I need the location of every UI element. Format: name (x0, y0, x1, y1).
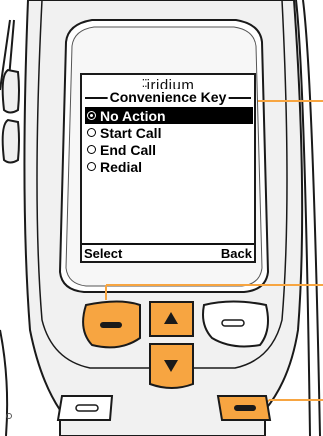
phone-illustration: ⁚⁚iridium Convenience Key No Action Star… (0, 0, 323, 436)
softkey-bar: Select Back (82, 243, 254, 261)
softkey-back-label[interactable]: Back (221, 246, 252, 261)
option-start-call[interactable]: Start Call (85, 124, 251, 141)
radio-icon (87, 128, 96, 137)
radio-icon (87, 162, 96, 171)
option-label: Redial (100, 158, 143, 175)
option-redial[interactable]: Redial (85, 158, 251, 175)
radio-selected-icon (87, 111, 96, 120)
option-end-call[interactable]: End Call (85, 141, 251, 158)
options-list: No Action Start Call End Call Redial (85, 107, 253, 175)
nav-up-button[interactable] (150, 302, 193, 336)
menu-panel: Convenience Key No Action Start Call End… (85, 89, 253, 247)
call-end-key[interactable] (58, 396, 112, 420)
option-label: Start Call (100, 124, 162, 141)
display-screen: ⁚⁚iridium Convenience Key No Action Star… (80, 73, 256, 263)
menu-title: Convenience Key (107, 89, 229, 105)
radio-icon (87, 145, 96, 154)
option-label: End Call (100, 141, 157, 158)
softkey-select-label[interactable]: Select (84, 246, 122, 261)
convenience-key[interactable] (218, 396, 270, 420)
nav-down-button[interactable] (150, 344, 193, 388)
option-label: No Action (100, 107, 166, 124)
right-softkey-button[interactable] (202, 300, 270, 348)
option-no-action[interactable]: No Action (85, 107, 253, 124)
left-softkey-button[interactable] (82, 300, 142, 348)
